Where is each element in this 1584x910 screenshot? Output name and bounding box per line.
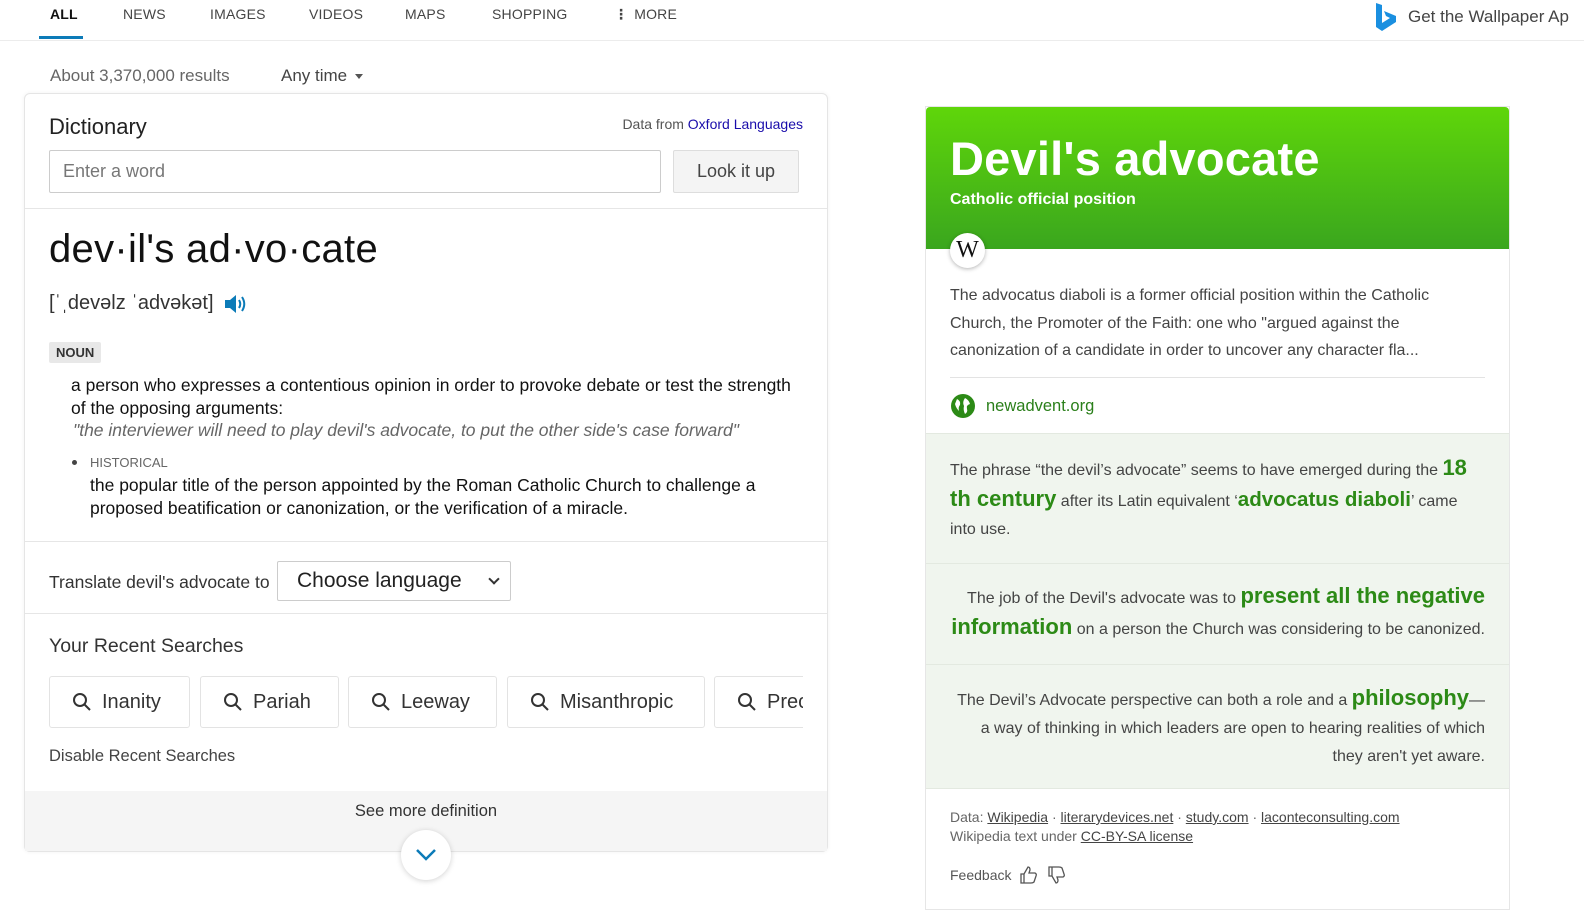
divider (950, 377, 1485, 378)
speaker-icon[interactable] (224, 293, 248, 315)
definition-historical: the popular title of the person appointe… (90, 475, 756, 518)
fact-highlight: philosophy (1351, 685, 1469, 710)
look-it-up-button[interactable]: Look it up (673, 150, 799, 193)
recent-searches-list: Inanity Pariah Leeway Misanthropic Prec (49, 676, 803, 730)
divider (25, 208, 827, 209)
source-link-wikipedia[interactable]: Wikipedia (987, 809, 1048, 825)
knowledge-panel-description: The advocatus diaboli is a former offici… (950, 287, 1430, 359)
dictionary-title: Dictionary (49, 114, 147, 139)
source-link-study[interactable]: study.com (1186, 809, 1249, 825)
thumbs-up-icon[interactable] (1019, 865, 1039, 885)
fact-card: The Devil’s Advocate perspective can bot… (926, 664, 1509, 789)
fact-highlight: advocatus diaboli (1237, 488, 1411, 511)
definition-example: "the interviewer will need to play devil… (73, 420, 739, 440)
recent-search-chip[interactable]: Leeway (348, 676, 497, 728)
search-icon (73, 693, 91, 711)
tab-maps[interactable]: MAPS (405, 6, 445, 22)
active-tab-indicator (39, 36, 83, 39)
fact-card: The phrase “the devil’s advocate” seems … (926, 433, 1509, 563)
feedback-label: Feedback (950, 867, 1012, 883)
tab-more[interactable]: ⋮ MORE (614, 6, 677, 23)
tab-news[interactable]: NEWS (123, 6, 166, 22)
language-select[interactable]: Choose language (277, 561, 511, 601)
recent-search-chip[interactable]: Inanity (49, 676, 190, 728)
part-of-speech-badge: NOUN (49, 342, 102, 363)
word-search-input[interactable] (49, 150, 661, 193)
data-sources-label: Data: (950, 809, 984, 825)
tab-shopping[interactable]: SHOPPING (492, 6, 568, 22)
license-line: Wikipedia text under CC-BY-SA license (950, 828, 1193, 844)
newadvent-link[interactable]: newadvent.org (950, 393, 1094, 419)
tab-more-label: MORE (634, 6, 678, 22)
recent-search-chip[interactable]: Misanthropic (507, 676, 705, 728)
fact-text-part: after its Latin equivalent ‘ (1056, 493, 1238, 510)
recent-search-chip[interactable]: Prec (714, 676, 803, 728)
search-icon (531, 693, 549, 711)
knowledge-panel: Devil's advocate Catholic official posit… (925, 106, 1510, 910)
expand-button[interactable] (401, 830, 451, 880)
knowledge-panel-header: Devil's advocate Catholic official posit… (926, 107, 1509, 249)
fact-text-part: The job of the Devil's advocate was to (967, 590, 1241, 607)
chevron-down-icon (416, 849, 436, 861)
recent-searches-title: Your Recent Searches (49, 635, 244, 657)
wikipedia-icon[interactable]: W (950, 233, 985, 268)
time-filter-dropdown[interactable]: Any time (281, 66, 364, 86)
oxford-languages-link[interactable]: Oxford Languages (688, 116, 803, 132)
fact-text: The phrase “the devil’s advocate” seems … (950, 454, 1485, 544)
fact-text: The job of the Devil's advocate was to p… (950, 582, 1485, 644)
divider (25, 613, 827, 614)
recent-search-label: Leeway (401, 690, 470, 713)
language-select-value: Choose language (297, 569, 462, 592)
bullet-icon (72, 460, 77, 465)
source-link-literarydevices[interactable]: literarydevices.net (1061, 809, 1174, 825)
tab-images[interactable]: IMAGES (210, 6, 266, 22)
dictionary-source: Data from Oxford Languages (622, 116, 803, 132)
wallpaper-promo[interactable]: Get the Wallpaper Ap (1374, 2, 1584, 32)
translate-label: Translate devil's advocate to (49, 572, 270, 592)
search-icon (738, 693, 756, 711)
license-prefix: Wikipedia text under (950, 828, 1077, 844)
headword: dev·il's ad·vo·cate (49, 227, 379, 271)
dictionary-source-prefix: Data from (622, 116, 684, 132)
fact-text-part: The Devil’s Advocate perspective can bot… (957, 692, 1352, 709)
recent-search-label: Misanthropic (560, 690, 674, 713)
recent-search-label: Inanity (102, 690, 161, 713)
knowledge-panel-subtitle: Catholic official position (950, 191, 1136, 208)
bing-logo-icon (1376, 3, 1396, 31)
recent-search-label: Pariah (253, 690, 311, 713)
chevron-down-icon (488, 573, 500, 585)
thumbs-down-icon[interactable] (1047, 865, 1067, 885)
fact-card: The job of the Devil's advocate was to p… (926, 563, 1509, 664)
top-navigation: ALL NEWS IMAGES VIDEOS MAPS SHOPPING ⋮ MO… (0, 0, 1584, 41)
see-more-definition-label: See more definition (354, 802, 498, 820)
definition-primary: a person who expresses a contentious opi… (71, 375, 791, 418)
recent-search-chip[interactable]: Pariah (200, 676, 339, 728)
knowledge-panel-title: Devil's advocate (950, 132, 1320, 185)
pronunciation: [ˈˌdevəlz ˈadvəkət] (49, 292, 214, 314)
results-count: About 3,370,000 results (50, 66, 230, 85)
fact-text: The Devil’s Advocate perspective can bot… (950, 684, 1485, 771)
tab-all[interactable]: ALL (50, 6, 78, 22)
pronunciation-row: [ˈˌdevəlz ˈadvəkət] (49, 292, 248, 315)
license-link[interactable]: CC-BY-SA license (1081, 828, 1193, 844)
historical-label: HISTORICAL (90, 455, 168, 470)
search-icon (372, 693, 390, 711)
divider (25, 541, 827, 542)
disable-recent-searches-link[interactable]: Disable Recent Searches (49, 747, 235, 766)
recent-search-label: Prec (767, 690, 803, 713)
newadvent-link-label: newadvent.org (986, 396, 1095, 415)
search-icon (224, 693, 242, 711)
more-dots-icon: ⋮ (614, 6, 629, 22)
wallpaper-promo-text: Get the Wallpaper Ap (1408, 7, 1569, 26)
globe-icon (951, 394, 975, 418)
source-link-laconteconsulting[interactable]: laconteconsulting.com (1261, 809, 1400, 825)
caret-down-icon (355, 73, 364, 79)
feedback-row: Feedback (950, 865, 1067, 885)
dictionary-card: Dictionary Data from Oxford Languages Lo… (24, 93, 828, 880)
time-filter-label: Any time (281, 66, 348, 85)
data-sources: Data: Wikipedia · literarydevices.net · … (950, 809, 1400, 825)
fact-text-part: on a person the Church was considering t… (1072, 621, 1485, 638)
tab-videos[interactable]: VIDEOS (309, 6, 363, 22)
fact-text-part: The phrase “the devil’s advocate” seems … (950, 462, 1443, 479)
